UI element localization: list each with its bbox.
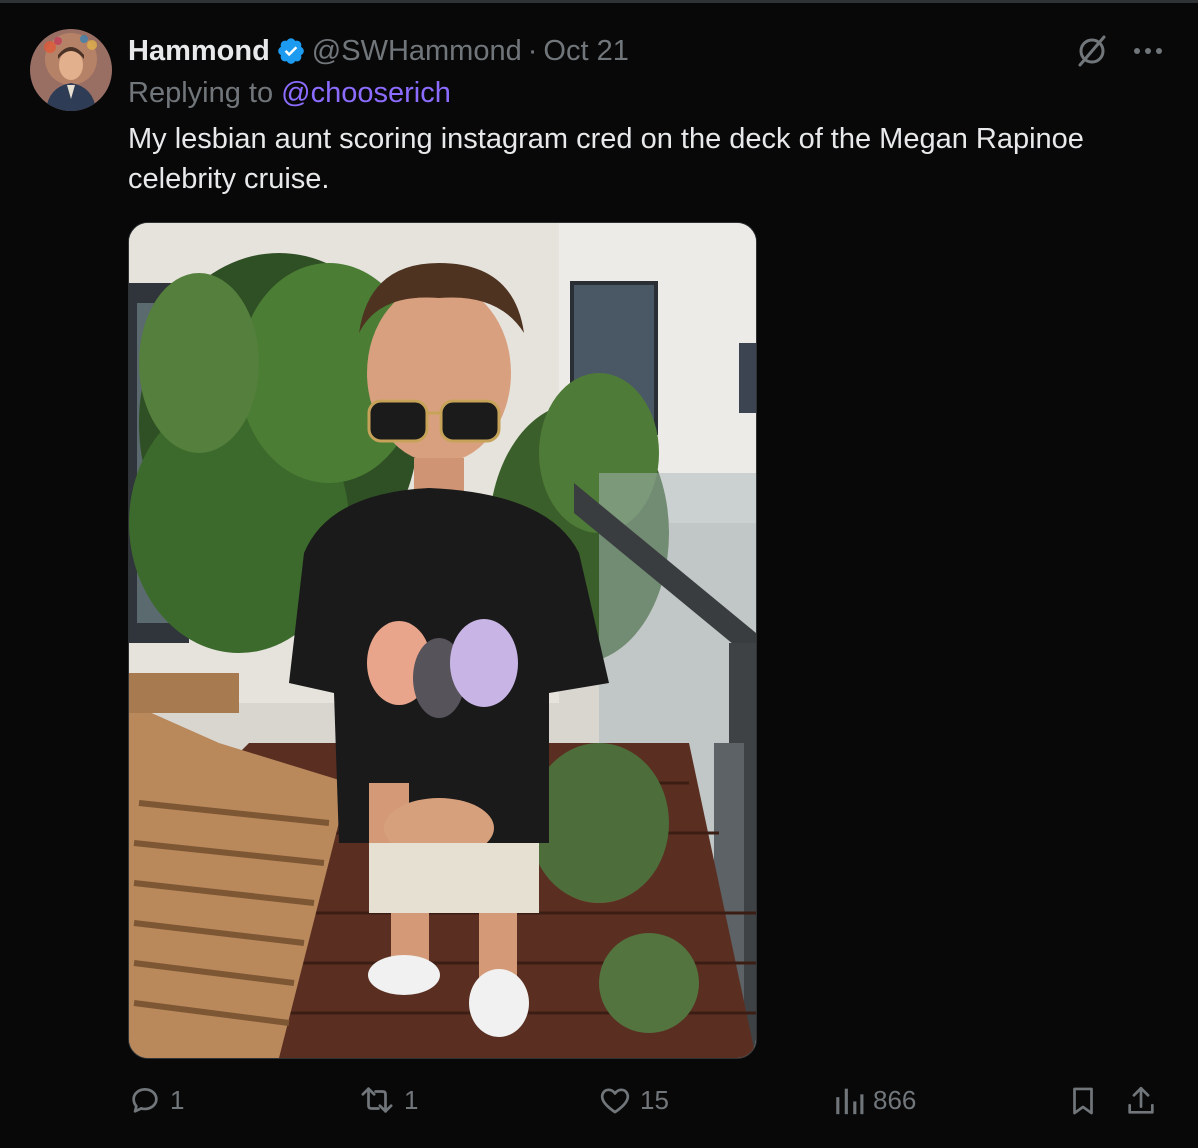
bookmark-icon xyxy=(1066,1083,1100,1119)
reply-icon xyxy=(128,1083,162,1117)
action-bar: 1 1 15 866 xyxy=(128,1083,1168,1131)
tweet[interactable]: Hammond @SWHammond · Oct 21 Replying to … xyxy=(0,3,1198,1148)
author-name[interactable]: Hammond xyxy=(128,35,270,68)
repost-icon xyxy=(358,1083,396,1117)
author-handle[interactable]: @SWHammond xyxy=(312,35,522,68)
grok-slash-icon[interactable] xyxy=(1074,33,1110,69)
avatar[interactable] xyxy=(30,29,112,111)
reply-count: 1 xyxy=(170,1084,185,1115)
share-icon xyxy=(1124,1083,1158,1119)
verified-badge-icon xyxy=(276,36,306,66)
like-count: 15 xyxy=(640,1084,669,1115)
tweet-header: Hammond @SWHammond · Oct 21 xyxy=(128,31,629,71)
share-button[interactable] xyxy=(1124,1083,1158,1119)
views-count: 866 xyxy=(873,1084,917,1115)
replying-to-label: Replying to xyxy=(128,77,274,109)
views-icon xyxy=(833,1083,865,1117)
tweet-text: My lesbian aunt scoring instagram cred o… xyxy=(128,123,1084,195)
views-button[interactable]: 866 xyxy=(833,1083,916,1117)
separator-dot: · xyxy=(527,34,538,67)
repost-count: 1 xyxy=(404,1084,419,1115)
reply-button[interactable]: 1 xyxy=(128,1083,184,1117)
tweet-photo[interactable] xyxy=(128,222,757,1059)
more-icon[interactable] xyxy=(1132,46,1164,56)
tweet-date[interactable]: Oct 21 xyxy=(543,35,628,68)
bookmark-button[interactable] xyxy=(1066,1083,1100,1119)
replying-to-line: Replying to @chooserich xyxy=(128,77,451,110)
reply-mention-link[interactable]: @chooserich xyxy=(281,77,451,109)
header-actions xyxy=(1074,33,1164,69)
like-button[interactable]: 15 xyxy=(598,1083,669,1117)
heart-icon xyxy=(598,1083,632,1117)
repost-button[interactable]: 1 xyxy=(358,1083,418,1117)
